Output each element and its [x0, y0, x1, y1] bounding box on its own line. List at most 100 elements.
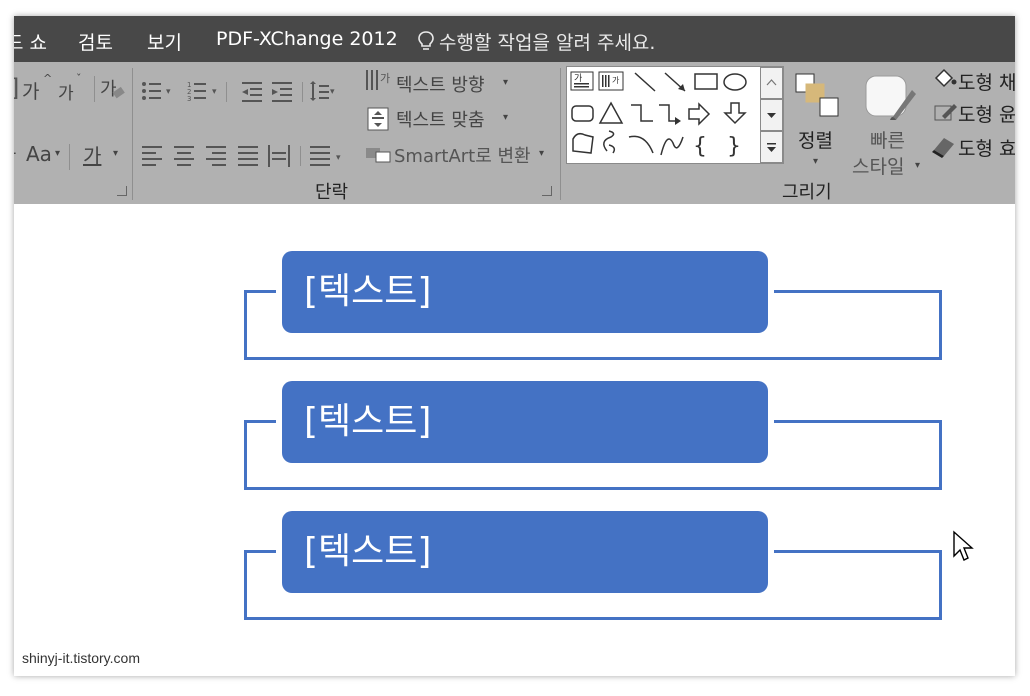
svg-text:가: 가 [612, 76, 620, 85]
paragraph-group-label: 단락 [315, 182, 349, 203]
slide-canvas: [텍스트] [텍스트] [텍스트] [14, 204, 1015, 676]
lightbulb-icon [418, 31, 434, 50]
arrange-icon [795, 73, 839, 117]
tab-view[interactable]: 보기 [147, 28, 182, 55]
grow-font-button[interactable]: 가 [22, 77, 39, 104]
increase-indent-icon [272, 82, 292, 102]
chevron-down-icon [767, 113, 776, 118]
text-direction-caret: ▾ [503, 77, 509, 88]
justify-icon [238, 146, 258, 166]
columns-icon [310, 146, 330, 166]
svg-text:▾: ▾ [166, 87, 171, 97]
text-direction-button[interactable]: 텍스트 방향 [396, 71, 485, 97]
svg-text:가: 가 [574, 73, 582, 84]
align-left-icon [142, 146, 162, 166]
textbox-icon: 가 [570, 71, 594, 91]
align-text-icon [367, 107, 389, 131]
align-center-icon [174, 146, 194, 166]
shrink-font-button[interactable]: 가 [58, 79, 74, 104]
shape-outline-button[interactable]: 도형 윤 [958, 100, 1015, 127]
tell-me-text: 수행할 작업을 알려 주세요. [439, 32, 656, 54]
elbow-arrow-icon [659, 104, 681, 125]
chevron-up-icon [766, 79, 777, 86]
elbow-connector-icon [631, 104, 653, 122]
shape-effects-button[interactable]: 도형 효 [958, 134, 1015, 161]
divider [94, 76, 95, 102]
svg-text:▾: ▾ [336, 153, 341, 163]
diagram-box-3[interactable]: [텍스트] [282, 511, 768, 593]
drawing-group-label: 그리기 [782, 182, 832, 203]
quick-styles-caret: ▾ [915, 160, 921, 171]
numbering-icon: 123 [187, 81, 206, 103]
scribble-icon [603, 130, 616, 154]
tell-me-box[interactable]: 수행할 작업을 알려 주세요. [417, 28, 655, 55]
menu-bar: 드 쇼 검토 보기 PDF-XChange 2012 수행할 작업을 알려 주세… [14, 16, 1015, 62]
arc-icon [628, 135, 654, 154]
shapes-gallery: 가 가 {} [566, 66, 784, 164]
svg-text:▾: ▾ [212, 87, 217, 97]
right-arrow-shape-icon [688, 102, 711, 126]
diagram-box-1[interactable]: [텍스트] [282, 251, 768, 333]
align-text-caret: ▾ [503, 112, 509, 123]
line-spacing-icon [310, 81, 329, 101]
shape-fill-button[interactable]: 도형 채 [958, 68, 1015, 95]
tab-review[interactable]: 검토 [78, 28, 113, 55]
right-brace-icon: } [727, 134, 741, 159]
grow-caret: ^ [43, 72, 53, 85]
more-icon [767, 143, 776, 152]
diagram-box-2[interactable]: [텍스트] [282, 381, 768, 463]
font-dialog-launcher[interactable] [117, 186, 127, 196]
change-case-caret: ▾ [55, 148, 61, 159]
triangle-icon [598, 101, 624, 124]
arrange-label: 정렬 [798, 130, 833, 152]
freeform-shape-icon [572, 132, 594, 154]
eraser-icon [112, 86, 125, 99]
dropdown-caret: - [14, 142, 17, 163]
bullets-icon [142, 82, 161, 100]
font-color-button[interactable]: 가 [83, 140, 101, 169]
line-shape-icon [634, 72, 656, 92]
decrease-indent-icon [242, 82, 262, 102]
arrow-line-icon [664, 72, 686, 92]
down-arrow-shape-icon [723, 102, 747, 125]
group-separator [560, 68, 561, 200]
align-text-button[interactable]: 텍스트 맞춤 [396, 106, 485, 132]
quick-styles-icon [865, 75, 916, 120]
indent-buttons: ▾ [242, 81, 335, 102]
ribbon: ] 가 ^ 가 ˇ 가 - Aa ▾ 가 ▾ ▾ 123 ▾ [14, 62, 1015, 204]
curve-icon [660, 136, 684, 156]
pencil-icon [934, 104, 957, 121]
vertical-textbox-icon: 가 [598, 71, 624, 91]
alignment-buttons: ▾ [142, 145, 341, 167]
change-case-button[interactable]: Aa [26, 142, 52, 166]
rounded-rect-icon [571, 105, 594, 122]
svg-text:3: 3 [187, 95, 191, 103]
gallery-scroll-down[interactable] [760, 99, 783, 131]
shape-effects-icon [932, 138, 954, 158]
shapes-grid: 가 가 {} [570, 71, 747, 159]
tab-slideshow[interactable]: 드 쇼 [14, 28, 47, 55]
left-brace-icon: { [693, 134, 707, 159]
list-buttons: ▾ 123 ▾ [142, 81, 227, 103]
shrink-caret: ˇ [76, 72, 82, 85]
arrange-button[interactable]: 정렬 ▾ [792, 64, 848, 194]
gallery-more[interactable] [760, 131, 783, 163]
svg-text:▾: ▾ [330, 87, 335, 97]
arrange-caret: ▾ [813, 156, 819, 167]
paragraph-dialog-launcher[interactable] [542, 186, 552, 196]
gallery-scroll-up[interactable] [760, 67, 783, 99]
rectangle-shape-icon [694, 73, 718, 90]
paint-bucket-icon [934, 68, 957, 88]
text-direction-icon: 가 [366, 70, 390, 90]
tab-pdf-xchange[interactable]: PDF-XChange 2012 [216, 28, 398, 50]
quick-styles-label-1: 빠른 [870, 130, 905, 152]
distributed-icon [268, 145, 290, 167]
oval-shape-icon [723, 73, 747, 91]
application-window: 드 쇼 검토 보기 PDF-XChange 2012 수행할 작업을 알려 주세… [14, 16, 1015, 676]
divider [69, 144, 70, 170]
align-right-icon [206, 146, 226, 166]
quick-styles-button[interactable]: 빠른 스타일 ▾ [850, 64, 930, 194]
watermark: shinyj-it.tistory.com [22, 650, 140, 666]
smartart-button[interactable]: SmartArt로 변환 [394, 142, 531, 168]
smartart-caret: ▾ [539, 148, 545, 159]
